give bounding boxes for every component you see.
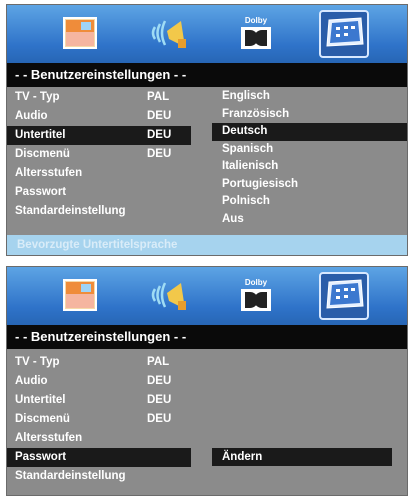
dolby-icon[interactable]: Dolby xyxy=(233,275,279,315)
audio-icon[interactable] xyxy=(145,275,191,315)
menu-title: - - Benutzereinstellungen - - xyxy=(7,325,407,349)
menu-item-value: DEU xyxy=(147,394,172,406)
menu-item-audio[interactable]: Audio DEU xyxy=(7,372,407,391)
menu-item-label: Audio xyxy=(15,110,48,122)
menu-item-label: Audio xyxy=(15,375,48,387)
settings-list: TV - Typ PAL Audio DEU Untertitel DEU Di… xyxy=(7,353,407,486)
option-english[interactable]: Englisch xyxy=(212,88,407,106)
dolby-icon[interactable]: Dolby xyxy=(233,13,279,53)
menu-item-label: Untertitel xyxy=(15,394,66,406)
menu-item-value: PAL xyxy=(147,356,170,368)
status-text: Bevorzugte Untertitelsprache xyxy=(17,239,178,251)
icon-bar: Dolby xyxy=(7,267,407,325)
menu-item-tv-type[interactable]: TV - Typ PAL xyxy=(7,353,407,372)
menu-item-label: Altersstufen xyxy=(15,432,83,444)
menu-item-label: TV - Typ xyxy=(15,91,60,103)
menu-item-label: TV - Typ xyxy=(15,356,60,368)
icon-bar: Dolby xyxy=(7,5,407,63)
menu-panel-password: Dolby - - Benutzereinstellungen - - TV -… xyxy=(6,266,408,496)
menu-item-label: Passwort xyxy=(15,186,67,198)
menu-item-label: Standardeinstellung xyxy=(15,470,126,482)
menu-item-value: DEU xyxy=(147,148,172,160)
menu-item-disc-menu[interactable]: Discmenü DEU xyxy=(7,410,407,429)
change-password-option[interactable]: Ändern xyxy=(212,448,392,466)
menu-item-value: DEU xyxy=(147,413,172,425)
option-french[interactable]: Französisch xyxy=(212,106,407,124)
menu-item-label: Standardeinstellung xyxy=(15,205,126,217)
picture-icon[interactable] xyxy=(57,13,103,53)
status-bar: Bevorzugte Untertitelsprache xyxy=(7,235,407,255)
option-off[interactable]: Aus xyxy=(212,211,407,229)
change-label: Ändern xyxy=(222,451,263,463)
audio-icon[interactable] xyxy=(145,13,191,53)
menu-item-label: Discmenü xyxy=(15,148,70,160)
subtitle-options: Englisch Französisch Deutsch Spanisch It… xyxy=(212,88,407,228)
menu-item-default[interactable]: Standardeinstellung xyxy=(7,467,407,486)
menu-item-label: Altersstufen xyxy=(15,167,83,179)
menu-item-subtitle[interactable]: Untertitel DEU xyxy=(7,391,407,410)
menu-item-label: Passwort xyxy=(15,451,67,463)
menu-item-parental[interactable]: Altersstufen xyxy=(7,429,407,448)
settings-icon[interactable] xyxy=(319,272,369,320)
menu-item-value: DEU xyxy=(147,110,172,122)
menu-title-text: - - Benutzereinstellungen - - xyxy=(15,67,187,82)
option-portuguese[interactable]: Portugiesisch xyxy=(212,176,407,194)
menu-item-subtitle[interactable]: Untertitel DEU xyxy=(7,126,191,145)
settings-icon[interactable] xyxy=(319,10,369,58)
dolby-label: Dolby xyxy=(245,278,268,287)
menu-item-label: Discmenü xyxy=(15,413,70,425)
menu-item-label: Untertitel xyxy=(15,129,66,141)
menu-item-value: DEU xyxy=(147,375,172,387)
menu-item-value: DEU xyxy=(147,129,172,141)
option-german[interactable]: Deutsch xyxy=(212,123,407,141)
dolby-label: Dolby xyxy=(245,16,268,25)
picture-icon[interactable] xyxy=(57,275,103,315)
option-spanish[interactable]: Spanisch xyxy=(212,141,407,159)
menu-panel-subtitle: Dolby - - Benutzereinstellungen - - TV -… xyxy=(6,4,408,256)
option-polish[interactable]: Polnisch xyxy=(212,193,407,211)
menu-title: - - Benutzereinstellungen - - xyxy=(7,63,407,87)
menu-item-value: PAL xyxy=(147,91,170,103)
menu-title-text: - - Benutzereinstellungen - - xyxy=(15,329,187,344)
menu-item-password[interactable]: Passwort xyxy=(7,448,191,467)
option-italian[interactable]: Italienisch xyxy=(212,158,407,176)
